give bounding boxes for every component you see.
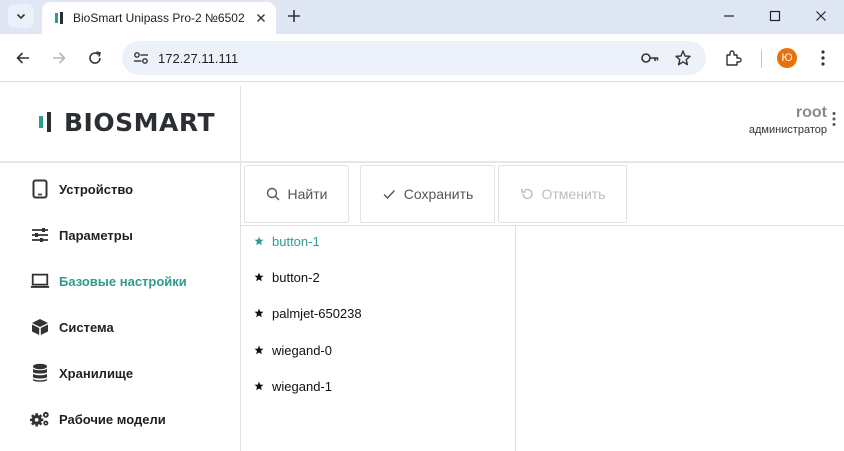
sidebar-item-parameters[interactable]: Параметры xyxy=(30,222,133,248)
list-item-label: button-2 xyxy=(272,269,320,285)
database-icon xyxy=(30,363,50,383)
logo[interactable]: BIOSMART xyxy=(38,107,216,137)
sliders-icon xyxy=(30,225,50,245)
reload-icon xyxy=(89,51,101,64)
minimize-button[interactable] xyxy=(706,0,752,32)
arrow-left-icon xyxy=(16,52,29,64)
browser-tab-bar: BioSmart Unipass Pro-2 №6502 xyxy=(0,0,844,34)
close-window-button[interactable] xyxy=(798,0,844,32)
user-menu-icon[interactable] xyxy=(831,111,837,127)
user-name: root xyxy=(795,104,827,121)
more-vert-icon[interactable] xyxy=(817,49,829,67)
gears-icon xyxy=(30,409,50,429)
profile-avatar[interactable]: Ю xyxy=(777,48,797,68)
list-item-label: button-1 xyxy=(272,233,320,249)
forward-button[interactable] xyxy=(49,48,69,68)
tab-search-button[interactable] xyxy=(8,4,34,28)
sidebar-item-label: Базовые настройки xyxy=(59,273,187,289)
app-root: BIOSMART root администратор Устройство П… xyxy=(0,82,844,451)
sidebar-divider xyxy=(240,86,241,451)
maximize-icon xyxy=(769,10,781,22)
star-icon xyxy=(254,381,264,391)
chevron-down-icon xyxy=(16,13,26,20)
sidebar-item-device[interactable]: Устройство xyxy=(30,176,133,202)
find-button-label: Найти xyxy=(287,186,328,202)
browser-toolbar: 172.27.11.111 Ю xyxy=(0,34,844,82)
sidebar-item-basic-settings[interactable]: Базовые настройки xyxy=(30,268,187,294)
url-text: 172.27.11.111 xyxy=(158,51,239,66)
list-item-label: palmjet-650238 xyxy=(272,305,362,321)
cube-icon xyxy=(30,317,50,337)
sidebar-item-label: Рабочие модели xyxy=(59,411,166,427)
sidebar-item-storage[interactable]: Хранилище xyxy=(30,360,133,386)
check-icon xyxy=(383,190,395,200)
biosmart-logo-icon xyxy=(39,112,51,132)
undo-icon xyxy=(520,188,533,200)
arrow-right-icon xyxy=(53,52,66,64)
cancel-button[interactable]: Отменить xyxy=(498,165,627,223)
minimize-icon xyxy=(724,15,734,17)
list-item[interactable]: button-2 xyxy=(254,267,320,287)
list-divider xyxy=(515,226,516,451)
bookmark-star-icon[interactable] xyxy=(674,49,692,67)
sidebar-item-label: Устройство xyxy=(59,181,134,197)
list-item[interactable]: wiegand-0 xyxy=(254,340,332,360)
tab-title: BioSmart Unipass Pro-2 №6502 xyxy=(73,11,245,25)
save-button[interactable]: Сохранить xyxy=(360,165,495,223)
sidebar-item-label: Хранилище xyxy=(59,365,134,381)
logo-text: BIOSMART xyxy=(64,107,216,137)
star-icon xyxy=(254,236,264,246)
list-item-label: wiegand-1 xyxy=(272,378,332,394)
key-icon[interactable] xyxy=(640,50,660,66)
laptop-icon xyxy=(30,271,50,291)
sidebar-item-working-models[interactable]: Рабочие модели xyxy=(30,406,166,432)
tablet-icon xyxy=(30,179,50,199)
list-item-label: wiegand-0 xyxy=(272,342,332,358)
biosmart-favicon-icon xyxy=(55,12,63,24)
close-icon xyxy=(816,11,826,21)
address-bar[interactable]: 172.27.11.111 xyxy=(122,41,706,75)
content-divider xyxy=(241,225,844,226)
sidebar-item-system[interactable]: Система xyxy=(30,314,114,340)
toolbar-divider xyxy=(761,50,762,68)
find-button[interactable]: Найти xyxy=(244,165,349,223)
reload-button[interactable] xyxy=(85,48,105,68)
star-icon xyxy=(254,272,264,282)
list-item[interactable]: palmjet-650238 xyxy=(254,303,362,323)
extensions-icon[interactable] xyxy=(724,49,742,67)
star-icon xyxy=(254,345,264,355)
maximize-button[interactable] xyxy=(752,0,798,32)
browser-tab[interactable]: BioSmart Unipass Pro-2 №6502 xyxy=(42,2,276,34)
user-role: администратор xyxy=(748,124,827,136)
save-button-label: Сохранить xyxy=(403,186,474,202)
list-item[interactable]: button-1 xyxy=(254,231,320,251)
cancel-button-label: Отменить xyxy=(541,186,606,202)
new-tab-icon[interactable] xyxy=(285,7,303,25)
header-divider xyxy=(0,161,844,163)
star-icon xyxy=(254,308,264,318)
back-button[interactable] xyxy=(13,48,33,68)
close-tab-icon[interactable] xyxy=(254,11,268,25)
site-settings-icon[interactable] xyxy=(133,51,149,65)
search-icon xyxy=(266,187,280,201)
sidebar-item-label: Параметры xyxy=(59,227,133,243)
list-item[interactable]: wiegand-1 xyxy=(254,376,332,396)
sidebar-item-label: Система xyxy=(59,319,114,335)
